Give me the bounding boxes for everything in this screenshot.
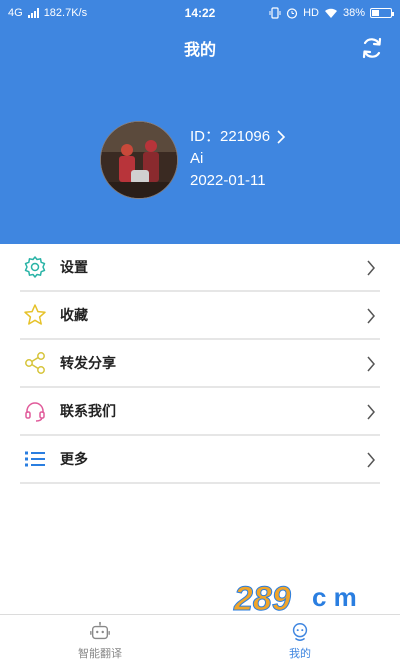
status-left: 4G 182.7K/s — [8, 7, 87, 19]
alarm-icon — [286, 8, 298, 19]
chevron-right-icon — [367, 260, 375, 276]
chevron-right-icon — [367, 452, 375, 468]
refresh-icon[interactable] — [360, 36, 384, 60]
menu-item-more[interactable]: 更多 — [20, 436, 380, 484]
star-icon — [22, 302, 48, 328]
menu-item-settings[interactable]: 设置 — [20, 244, 380, 292]
menu-label: 联系我们 — [60, 403, 116, 419]
vibrate-icon — [269, 7, 281, 19]
bottom-tab-bar: 智能翻译 我的 — [0, 614, 400, 666]
status-bar: 4G 182.7K/s 14:22 HD 38% — [0, 0, 400, 26]
avatar[interactable] — [100, 121, 178, 199]
chevron-right-icon — [367, 308, 375, 324]
tab-label: 我的 — [289, 647, 311, 660]
settings-menu: 设置 收藏 转发分享 联系我们 更多 — [20, 244, 380, 484]
gear-icon — [22, 254, 48, 280]
list-icon — [22, 446, 48, 472]
battery-percent: 38% — [342, 7, 365, 19]
page-title: 我的 — [183, 42, 216, 59]
menu-item-favorites[interactable]: 收藏 — [20, 292, 380, 340]
battery-icon — [370, 8, 394, 18]
menu-label: 更多 — [60, 451, 88, 467]
tab-label: 智能翻译 — [78, 647, 122, 660]
user-date: 2022-01-11 — [190, 172, 266, 189]
user-id: ID：221096 — [190, 128, 271, 145]
hd-label: HD — [303, 7, 319, 19]
menu-label: 转发分享 — [60, 355, 116, 371]
chevron-right-icon — [277, 130, 286, 144]
avatar-photo — [101, 122, 177, 198]
menu-item-contact[interactable]: 联系我们 — [20, 388, 380, 436]
robot-icon — [90, 621, 110, 639]
chevron-right-icon — [367, 356, 375, 372]
headset-icon — [22, 398, 48, 424]
wifi-icon — [324, 8, 337, 18]
watermark-number: 289 — [233, 580, 291, 618]
network-speed: 182.7K/s — [43, 7, 88, 19]
network-type: 4G — [8, 7, 23, 19]
tab-translate[interactable]: 智能翻译 — [0, 615, 200, 666]
profile-header: 我的 ID：221096 Ai 2022-01-11 — [0, 26, 400, 244]
user-icon — [292, 622, 308, 641]
watermark-suffix: c m — [312, 582, 357, 612]
status-right: HD 38% — [269, 7, 394, 19]
tab-mine[interactable]: 我的 — [200, 615, 400, 666]
battery-fill — [372, 10, 379, 16]
chevron-right-icon — [367, 404, 375, 420]
user-name: Ai — [190, 150, 204, 167]
share-icon — [22, 350, 48, 376]
user-info: ID：221096 Ai 2022-01-11 — [190, 126, 286, 192]
menu-label: 收藏 — [60, 307, 88, 323]
menu-label: 设置 — [60, 259, 88, 275]
menu-item-share[interactable]: 转发分享 — [20, 340, 380, 388]
user-id-row[interactable]: ID：221096 — [190, 126, 286, 148]
signal-icon — [27, 8, 39, 18]
